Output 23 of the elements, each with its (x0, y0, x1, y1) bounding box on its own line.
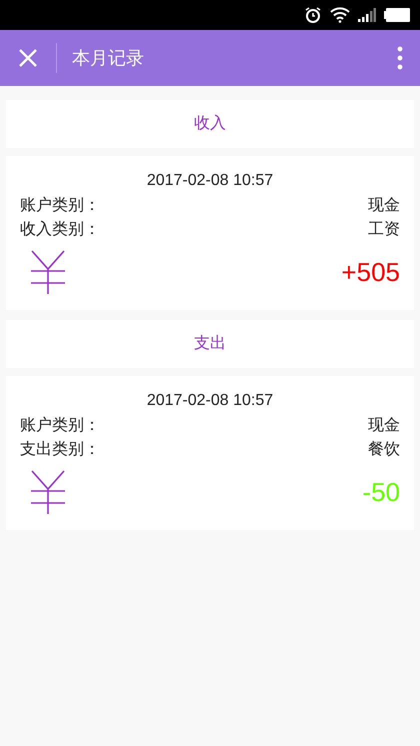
section-heading: 收入 (6, 100, 414, 148)
field-label: 支出类别： (20, 440, 100, 460)
yen-icon (30, 470, 66, 514)
amount: +505 (341, 256, 400, 288)
section-heading: 支出 (6, 320, 414, 368)
field-value: 现金 (368, 196, 400, 216)
yen-icon (30, 250, 66, 294)
field-label: 账户类别： (20, 416, 100, 436)
record-time: 2017-02-08 10:57 (146, 391, 274, 411)
field-value: 餐饮 (368, 440, 400, 460)
more-icon (397, 46, 403, 70)
field-label: 账户类别： (20, 196, 100, 216)
field-value: 工资 (368, 220, 400, 240)
field-value: 现金 (368, 416, 400, 436)
battery-icon (384, 8, 410, 22)
wifi-icon (330, 7, 350, 23)
alarm-icon (304, 6, 322, 24)
page-title: 本月记录 (72, 46, 145, 70)
field-label: 收入类别： (20, 220, 100, 240)
amount: -50 (362, 476, 400, 508)
close-icon (19, 49, 37, 67)
record-time: 2017-02-08 10:57 (146, 171, 274, 191)
signal-icon (358, 7, 376, 23)
